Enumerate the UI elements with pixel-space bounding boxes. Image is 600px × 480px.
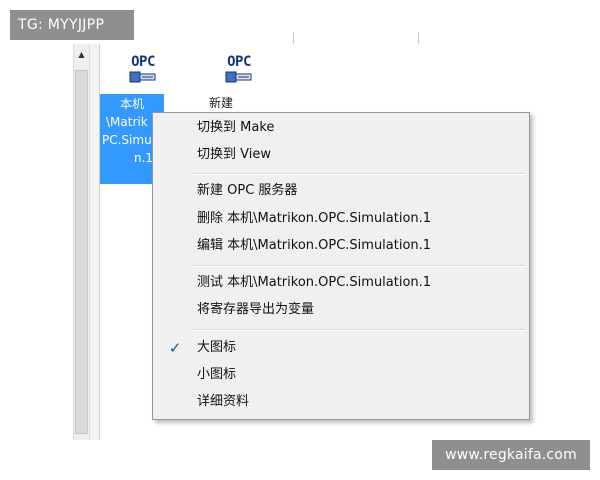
- menu-item-delete-server[interactable]: 删除 本机\Matrikon.OPC.Simulation.1: [155, 206, 527, 232]
- scroll-up-arrow-icon[interactable]: ▲: [74, 50, 89, 59]
- menu-item-label: 将寄存器导出为变量: [197, 302, 315, 317]
- pane-splitter[interactable]: [90, 44, 100, 440]
- vertical-scrollbar[interactable]: ▲: [73, 44, 90, 440]
- tag-label: TG: MYYJJPP: [10, 10, 134, 40]
- menu-item-details[interactable]: 详细资料: [155, 389, 527, 415]
- opc-server-icon: OPC: [219, 54, 259, 88]
- menu-item-label: 大图标: [197, 340, 237, 355]
- opc-server-item-new[interactable]: OPC 新建: [192, 44, 286, 112]
- menu-item-label: 新建 OPC 服务器: [197, 183, 298, 198]
- tree-pane[interactable]: [8, 44, 73, 440]
- menu-item-small-icons[interactable]: 小图标: [155, 362, 527, 388]
- scroll-thumb[interactable]: [75, 70, 88, 434]
- menu-item-label: 详细资料: [197, 394, 250, 409]
- opc-server-icon: OPC: [123, 54, 163, 88]
- menu-item-label: 小图标: [197, 367, 237, 382]
- menu-item-new-opc-server[interactable]: 新建 OPC 服务器: [155, 178, 527, 204]
- checkmark-icon: ✓: [168, 339, 182, 357]
- icon-label: 新建: [208, 96, 233, 110]
- menu-item-switch-to-view[interactable]: 切换到 View: [155, 142, 527, 168]
- context-menu: 切换到 Make 切换到 View 新建 OPC 服务器 删除 本机\Matri…: [152, 112, 530, 420]
- menu-item-label: 切换到 View: [197, 147, 271, 162]
- menu-item-label: 测试 本机\Matrikon.OPC.Simulation.1: [197, 275, 432, 290]
- column-header-divider[interactable]: [293, 32, 294, 44]
- menu-item-export-registers[interactable]: 将寄存器导出为变量: [155, 297, 527, 323]
- menu-item-large-icons[interactable]: ✓ 大图标: [155, 335, 527, 361]
- menu-separator: [193, 173, 525, 175]
- menu-separator: [193, 329, 525, 331]
- screenshot-page: TG: MYYJJPP ▲ OPC 本机 \Matrik PC.Simul n.…: [0, 0, 600, 480]
- opc-server-item-selected[interactable]: OPC: [96, 44, 190, 88]
- menu-separator: [193, 265, 525, 267]
- column-header-divider[interactable]: [418, 32, 419, 44]
- menu-item-edit-server[interactable]: 编辑 本机\Matrikon.OPC.Simulation.1: [155, 233, 527, 259]
- menu-item-switch-to-make[interactable]: 切换到 Make: [155, 115, 527, 141]
- icon-label-line: 本机: [120, 97, 145, 111]
- watermark: www.regkaifa.com: [432, 440, 590, 470]
- menu-item-label: 切换到 Make: [197, 120, 275, 135]
- menu-item-label: 编辑 本机\Matrikon.OPC.Simulation.1: [197, 238, 432, 253]
- menu-item-label: 删除 本机\Matrikon.OPC.Simulation.1: [197, 211, 432, 226]
- menu-item-test-server[interactable]: 测试 本机\Matrikon.OPC.Simulation.1: [155, 270, 527, 296]
